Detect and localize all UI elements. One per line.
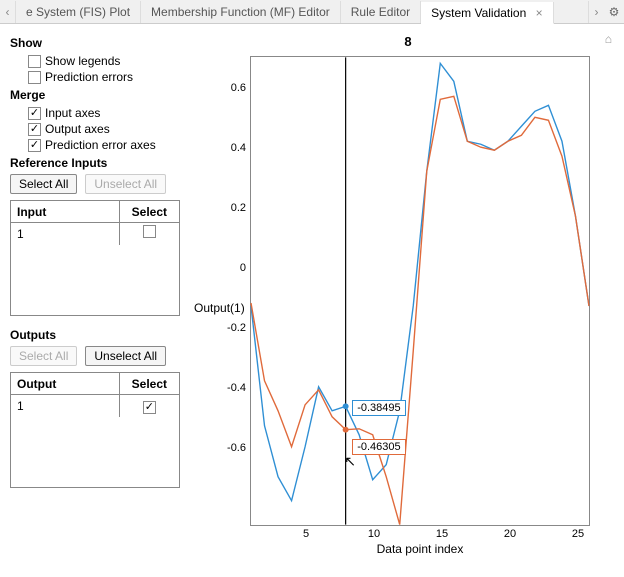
x-tick: 15 — [432, 528, 452, 540]
show-section-title: Show — [10, 36, 184, 50]
reference-inputs-title: Reference Inputs — [10, 156, 184, 170]
table-row: 1 — [11, 395, 179, 417]
merge-input-axes-label: Input axes — [45, 106, 100, 120]
y-tick: -0.2 — [218, 322, 246, 334]
outputs-col-output: Output — [11, 373, 120, 395]
main-area: Show Show legends Prediction errors Merg… — [0, 24, 624, 577]
tab-bar: ‹ e System (FIS) Plot Membership Functio… — [0, 0, 624, 24]
ref-input-row-checkbox[interactable] — [143, 225, 156, 238]
outputs-table: Output Select 1 — [10, 372, 180, 488]
tab-scroll-left[interactable]: ‹ — [0, 1, 16, 23]
tab-system-validation[interactable]: System Validation × — [421, 2, 554, 24]
y-tick: 0 — [218, 262, 246, 274]
output-row-checkbox[interactable] — [143, 401, 156, 414]
plot-axes[interactable]: -0.38495 -0.46305 ↖ — [250, 56, 590, 526]
chart-panel: 8 ⌂ Output(1) 0.6 0.4 0.2 0 -0.2 -0.4 -0… — [192, 24, 624, 577]
y-axis-label: Output(1) — [194, 301, 245, 315]
cursor-marker-reference — [343, 403, 349, 409]
outputs-title: Outputs — [10, 328, 184, 342]
outputs-unselect-all-button[interactable]: Unselect All — [85, 346, 166, 366]
x-tick: 20 — [500, 528, 520, 540]
outputs-select-all-button: Select All — [10, 346, 77, 366]
home-icon[interactable]: ⌂ — [605, 32, 612, 46]
merge-error-axes-label: Prediction error axes — [45, 138, 156, 152]
tab-rule-editor[interactable]: Rule Editor — [341, 1, 421, 23]
prediction-errors-label: Prediction errors — [45, 70, 133, 84]
merge-output-axes-label: Output axes — [45, 122, 110, 136]
y-tick: 0.6 — [218, 82, 246, 94]
tab-mf-editor[interactable]: Membership Function (MF) Editor — [141, 1, 341, 23]
x-tick: 25 — [568, 528, 588, 540]
output-row-name: 1 — [11, 395, 120, 417]
table-row: 1 — [11, 223, 179, 245]
series-reference — [251, 63, 589, 500]
plot-svg — [251, 57, 589, 525]
show-legends-label: Show legends — [45, 54, 120, 68]
options-sidebar: Show Show legends Prediction errors Merg… — [0, 24, 192, 577]
cursor-marker-prediction — [343, 427, 349, 433]
y-tick: 0.2 — [218, 202, 246, 214]
y-tick: 0.4 — [218, 142, 246, 154]
reference-inputs-table: Input Select 1 — [10, 200, 180, 316]
close-icon[interactable]: × — [536, 6, 543, 20]
ref-inputs-select-all-button[interactable]: Select All — [10, 174, 77, 194]
cursor-index-label: 8 — [404, 34, 411, 49]
prediction-errors-checkbox[interactable] — [28, 71, 41, 84]
y-tick: -0.6 — [218, 442, 246, 454]
merge-section-title: Merge — [10, 88, 184, 102]
tab-scroll-right[interactable]: › — [588, 1, 604, 23]
x-axis-label: Data point index — [250, 542, 590, 556]
merge-output-axes-checkbox[interactable] — [28, 123, 41, 136]
tab-label: System Validation — [431, 6, 526, 20]
ref-inputs-col-select: Select — [120, 201, 179, 223]
ref-inputs-col-input: Input — [11, 201, 120, 223]
show-legends-checkbox[interactable] — [28, 55, 41, 68]
x-tick: 5 — [296, 528, 316, 540]
data-tip-reference: -0.38495 — [352, 400, 405, 416]
gear-icon[interactable]: ⚙ — [604, 5, 624, 19]
merge-error-axes-checkbox[interactable] — [28, 139, 41, 152]
x-tick: 10 — [364, 528, 384, 540]
merge-input-axes-checkbox[interactable] — [28, 107, 41, 120]
ref-input-row-name: 1 — [11, 223, 120, 245]
data-tip-prediction: -0.46305 — [352, 439, 405, 455]
ref-inputs-unselect-all-button: Unselect All — [85, 174, 166, 194]
tab-fis-plot[interactable]: e System (FIS) Plot — [16, 1, 141, 23]
y-tick: -0.4 — [218, 382, 246, 394]
outputs-col-select: Select — [120, 373, 179, 395]
